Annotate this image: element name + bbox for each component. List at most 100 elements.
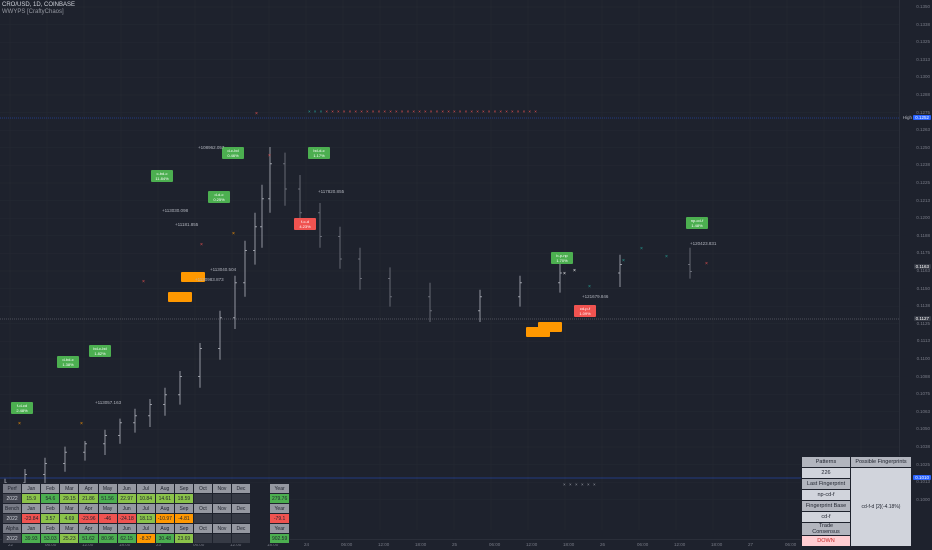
x-marker: × xyxy=(314,109,317,114)
price-annotation: +113030.098 xyxy=(162,208,189,213)
signal-marker: × xyxy=(705,261,708,267)
x-marker: × xyxy=(587,482,590,487)
patterns-count: 226 xyxy=(801,467,851,479)
price-tick: 0.1263 xyxy=(916,127,930,133)
time-tick: 06:00 xyxy=(341,542,353,547)
high-price-label: 0.1252 xyxy=(913,115,931,120)
high-tag: High xyxy=(902,115,912,120)
pattern-tag: d-d-c0.25% xyxy=(208,191,230,203)
month-header: Sep xyxy=(173,483,194,494)
x-marker: × xyxy=(581,482,584,487)
month-value: 53.03 xyxy=(40,533,61,544)
chart-area[interactable]: × × × × × × × × × × × × × × × × × × × × × × × × × × × × × × × × × × × × × × × ×… xyxy=(0,0,900,540)
tag-value: 1.38% xyxy=(62,362,74,367)
x-marker: × xyxy=(453,109,456,114)
x-marker: × xyxy=(337,109,340,114)
month-header: Mar xyxy=(59,503,80,514)
x-marker: × xyxy=(331,109,334,114)
month-value: 51.62 xyxy=(78,533,99,544)
spacer xyxy=(249,483,270,494)
pattern-tag: f-c-d4.23% xyxy=(294,218,316,230)
month-header: Mar xyxy=(59,483,80,494)
month-value: 4.69 xyxy=(59,513,80,524)
price-tick: 0.1288 xyxy=(916,92,930,97)
month-header: Nov xyxy=(211,483,232,494)
month-value: 10.84 xyxy=(135,493,156,504)
x-marker: × xyxy=(488,109,491,114)
year-header: Year xyxy=(268,483,291,494)
price-tick: 0.1025 xyxy=(916,461,930,467)
month-value xyxy=(211,513,232,524)
price-tick: 0.1125 xyxy=(916,320,930,326)
x-marker: × xyxy=(366,109,369,114)
x-marker: × xyxy=(389,109,392,114)
signal-marker: × xyxy=(640,246,643,252)
month-value xyxy=(230,533,251,544)
spacer xyxy=(249,533,270,544)
x-marker: × xyxy=(372,109,375,114)
month-header: Dec xyxy=(230,483,251,494)
x-marker: × xyxy=(436,109,439,114)
x-marker: × xyxy=(360,109,363,114)
month-header: May xyxy=(97,523,118,534)
row-label: Alpha xyxy=(1,523,23,534)
time-tick: 27 xyxy=(748,542,754,547)
month-header: May xyxy=(97,483,118,494)
price-tick: 0.1300 xyxy=(916,74,930,80)
price-tick: 0.1213 xyxy=(916,197,930,203)
month-value: 30.48 xyxy=(154,533,175,544)
x-marker: × xyxy=(459,109,462,114)
pattern-tag: bd-d-c1.17% xyxy=(308,147,330,159)
month-header: Feb xyxy=(40,483,61,494)
price-annotation: +121679.846 xyxy=(582,294,609,299)
month-header: Aug xyxy=(154,483,175,494)
x-marker: × xyxy=(383,109,386,114)
x-marker: × xyxy=(424,109,427,114)
month-value xyxy=(211,493,232,504)
fingerprint-base-label: Fingerprint Base xyxy=(801,500,851,512)
month-header: Jul xyxy=(135,483,156,494)
month-value xyxy=(192,513,213,524)
bottom-price-label: 0.1010 xyxy=(913,475,931,480)
price-tick: 0.1175 xyxy=(916,250,930,256)
pattern-tag: f-d-cd2.48% xyxy=(11,402,33,414)
signal-marker: × xyxy=(588,284,591,290)
x-marker: × xyxy=(325,109,328,114)
row-year: 2022 xyxy=(1,493,23,504)
price-tick: 0.1250 xyxy=(916,144,930,150)
signal-marker: × xyxy=(80,421,83,427)
tag-value: 0.25% xyxy=(213,197,225,202)
month-value: -10.97 xyxy=(154,513,175,524)
price-tick: 0.1088 xyxy=(916,373,930,379)
pattern-tag: np-cd-f1.48% xyxy=(686,217,708,229)
price-annotation: +1130983.873 xyxy=(195,277,224,282)
tag-value: 2.48% xyxy=(16,408,28,413)
x-marker: × xyxy=(401,109,404,114)
x-marker: × xyxy=(563,482,566,487)
month-value xyxy=(192,493,213,504)
row-label: Bench xyxy=(1,503,23,514)
month-header: Apr xyxy=(78,503,99,514)
possible-header: Possible Fingerprints xyxy=(850,456,912,468)
price-tick: 0.1275 xyxy=(916,109,930,115)
orange-tag xyxy=(526,327,550,337)
month-value: -8.37 xyxy=(135,533,156,544)
time-tick: 18:00 xyxy=(415,542,427,547)
pattern-tag: c-bd-c11.84% xyxy=(151,170,173,182)
tag-value: 1.82% xyxy=(94,351,106,356)
signal-marker: × xyxy=(18,421,21,427)
x-marker: × xyxy=(575,482,578,487)
time-tick: 12:00 xyxy=(526,542,538,547)
year-value: 279.76 xyxy=(268,493,291,504)
price-annotation: +108962.057 xyxy=(198,145,225,150)
x-marker: × xyxy=(378,109,381,114)
fingerprint-table: Patterns Possible Fingerprints 226 cd-f-… xyxy=(801,456,912,547)
price-tick: 0.1075 xyxy=(916,391,930,397)
x-marker: × xyxy=(447,109,450,114)
price-annotation: +120423.831 xyxy=(690,241,717,246)
price-chart[interactable]: × × × × × × × × × × × × × × × × × × × × × × × × × × × × × × × × × × × × × × × ×… xyxy=(0,0,900,540)
x-marker: × xyxy=(343,109,346,114)
time-tick: 06:00 xyxy=(637,542,649,547)
signal-marker: × xyxy=(573,268,576,274)
month-value: 62.15 xyxy=(116,533,137,544)
